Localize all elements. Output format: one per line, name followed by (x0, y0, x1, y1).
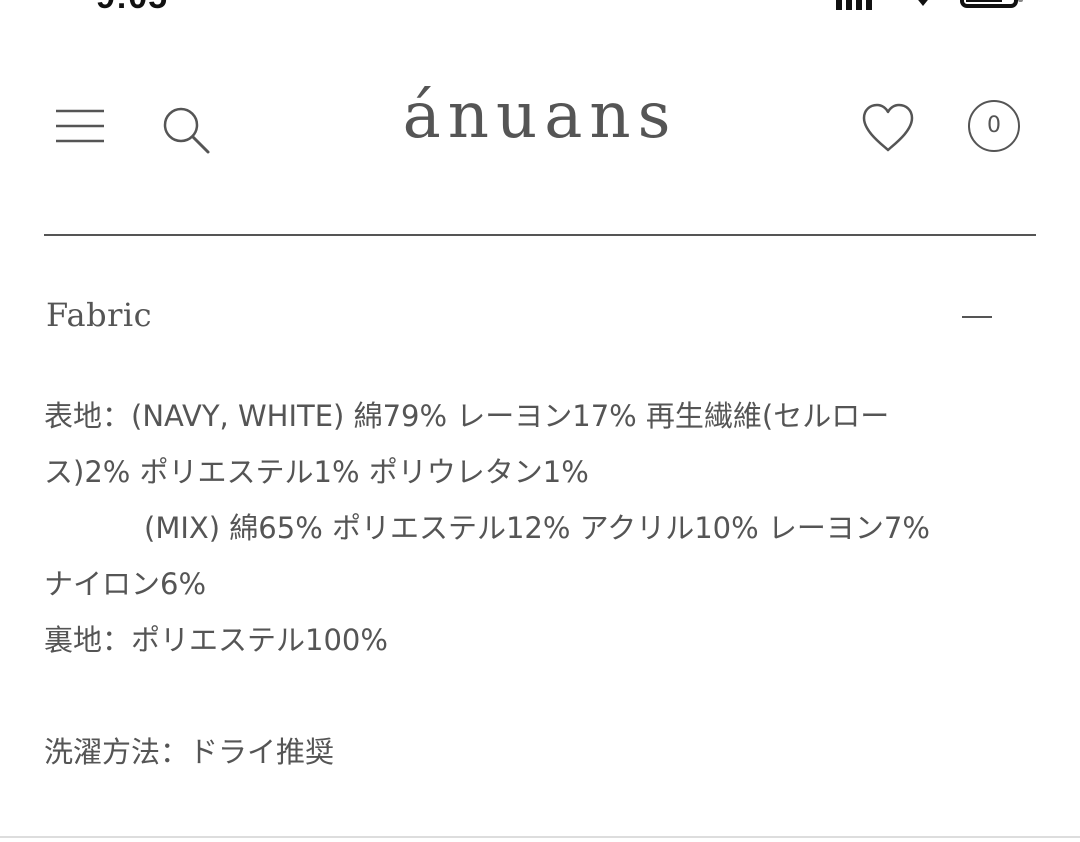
site-header: ánuans 0 (0, 60, 1080, 200)
section-divider (0, 836, 1080, 838)
lining-line: 裏地：ポリエステル100% (44, 623, 388, 657)
care-instructions: 洗濯方法：ドライ推奨 (44, 735, 335, 769)
fabric-details: 表地：(NAVY, WHITE) 綿79% レーヨン17% 再生繊維(セルロー … (44, 388, 1014, 780)
status-time: 9:05 (96, 0, 168, 14)
cart-count: 0 (987, 113, 1001, 138)
signal-icon (836, 0, 872, 10)
battery-icon (960, 0, 1023, 8)
fabric-line-3: (MIX) 綿65% ポリエステル12% アクリル10% レーヨン7% (144, 511, 930, 545)
fabric-accordion-toggle[interactable]: Fabric (44, 290, 1036, 346)
cart-button[interactable]: 0 (968, 100, 1020, 152)
status-icons (836, 0, 1023, 10)
minus-icon[interactable] (962, 316, 992, 318)
product-page: 9:05 (0, 0, 1080, 842)
fabric-line-4: ナイロン6% (44, 567, 207, 601)
header-divider (44, 234, 1036, 236)
fabric-line-1: 表地：(NAVY, WHITE) 綿79% レーヨン17% 再生繊維(セルロー (44, 399, 890, 433)
accordion-title: Fabric (46, 296, 153, 334)
heart-icon[interactable] (860, 102, 916, 154)
status-bar: 9:05 (0, 0, 1080, 14)
brand-logo[interactable]: ánuans (0, 84, 1080, 148)
wifi-icon (918, 0, 928, 6)
fabric-line-2: ス)2% ポリエステル1% ポリウレタン1% (44, 455, 589, 489)
